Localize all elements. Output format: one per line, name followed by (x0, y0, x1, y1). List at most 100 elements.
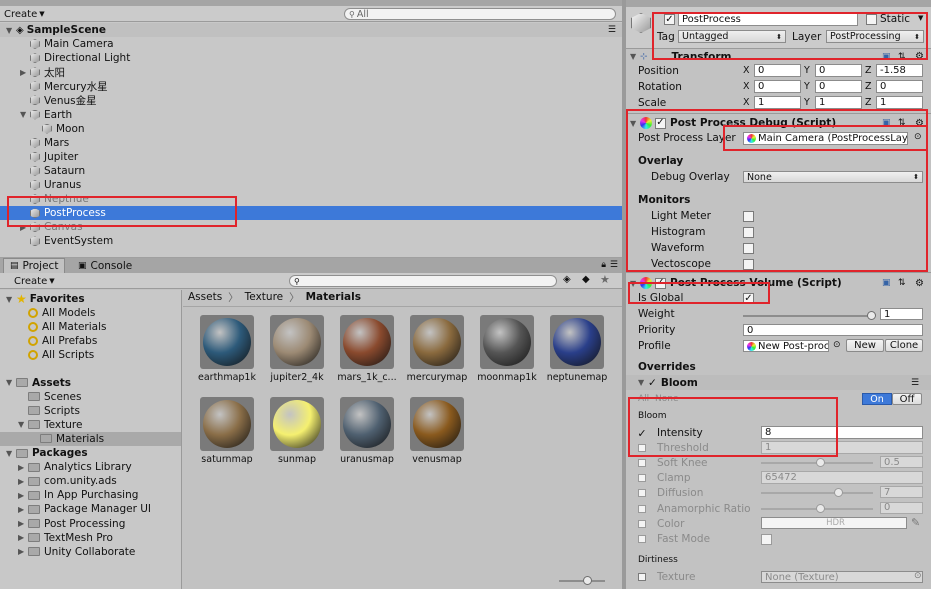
favorite-item[interactable]: All Scripts (0, 348, 181, 362)
hierarchy-create-button[interactable]: Create ▼ (4, 8, 45, 20)
settings-gear-icon[interactable]: ⚙ (915, 278, 924, 289)
rotation-z-field[interactable]: 0 (876, 80, 923, 93)
color-swatch-field[interactable]: HDR (761, 516, 907, 529)
project-create-button[interactable]: Create ▼ (14, 275, 55, 287)
package-folder[interactable]: ▶ Package Manager UI (0, 502, 181, 516)
rotation-y-field[interactable]: 0 (815, 80, 862, 93)
lock-icon[interactable]: 🔒︎ (601, 260, 606, 270)
weight-slider-knob[interactable] (867, 311, 876, 320)
material-name[interactable]: uranusmap (327, 454, 407, 465)
object-name-field[interactable]: PostProcess (678, 12, 858, 26)
material-thumbnail[interactable] (480, 315, 534, 369)
filter-label-icon[interactable]: ◆ (582, 274, 590, 285)
soft-knee-field[interactable]: 0.5 (880, 456, 923, 469)
texture-override-checkbox[interactable] (638, 573, 646, 581)
intensity-field[interactable]: 8 (761, 426, 923, 439)
package-folder[interactable]: ▶ Analytics Library (0, 460, 181, 474)
expand-triangle-icon[interactable]: ▶ (20, 223, 30, 232)
volume-enabled-checkbox[interactable]: ✓ (655, 277, 666, 289)
settings-gear-icon[interactable]: ⚙ (915, 51, 924, 62)
settings-gear-icon[interactable]: ⚙ (915, 118, 924, 129)
none-toggle[interactable]: None (655, 394, 678, 404)
hierarchy-item[interactable]: Uranus (0, 178, 622, 192)
material-name[interactable]: earthmap1k (187, 372, 267, 383)
expand-triangle-icon[interactable]: ▼ (6, 378, 16, 387)
hierarchy-item[interactable]: Mars (0, 136, 622, 150)
hierarchy-item[interactable]: Directional Light (0, 51, 622, 65)
expand-triangle-icon[interactable]: ▼ (630, 279, 640, 288)
expand-triangle-icon[interactable]: ▶ (18, 463, 28, 472)
tab-console[interactable]: ▣ Console (72, 258, 138, 273)
debug-enabled-checkbox[interactable]: ✓ (655, 117, 666, 129)
zoom-slider[interactable] (559, 576, 605, 585)
bloom-enabled-check-icon[interactable]: ✓ (648, 377, 657, 389)
hierarchy-item[interactable]: EventSystem (0, 234, 622, 248)
expand-triangle-icon[interactable]: ▼ (6, 26, 16, 35)
hierarchy-item[interactable]: PostProcess (0, 206, 622, 221)
fast-mode-override-checkbox[interactable] (638, 534, 646, 543)
hierarchy-item[interactable]: Main Camera (0, 37, 622, 51)
axis-x-label[interactable]: X (743, 65, 750, 76)
breadcrumb-assets[interactable]: Assets (188, 291, 222, 303)
project-search-input[interactable]: ⚲ (289, 275, 557, 287)
axis-x-label[interactable]: X (743, 97, 750, 108)
scale-z-field[interactable]: 1 (876, 96, 923, 109)
asset-folder[interactable]: ▼ Texture (0, 418, 181, 432)
monitor-checkbox[interactable] (743, 227, 754, 238)
object-picker-icon[interactable]: ⊙ (914, 571, 922, 581)
material-name[interactable]: mars_1k_c... (327, 372, 407, 383)
breadcrumb-materials[interactable]: Materials (306, 291, 361, 303)
bloom-header[interactable]: ▼ ✓ Bloom ☰ (626, 375, 931, 390)
anamorphic-ratio-override-checkbox[interactable] (638, 504, 646, 513)
material-name[interactable]: neptunemap (537, 372, 617, 383)
hierarchy-item[interactable]: Sataurn (0, 164, 622, 178)
package-folder[interactable]: ▶ In App Purchasing (0, 488, 181, 502)
help-icon[interactable]: ▣ (882, 118, 891, 128)
axis-z-label[interactable]: Z (865, 65, 872, 76)
material-thumbnail[interactable] (200, 315, 254, 369)
tab-project[interactable]: ▤ Project (3, 258, 66, 273)
axis-z-label[interactable]: Z (865, 81, 872, 92)
diffusion-slider-knob[interactable] (834, 488, 843, 498)
package-folder[interactable]: ▶ TextMesh Pro (0, 531, 181, 545)
weight-field[interactable]: 1 (880, 308, 923, 320)
debug-header[interactable]: ▼ ✓ Post Process Debug (Script) ▣ ⇅ ⚙ (626, 116, 931, 130)
expand-triangle-icon[interactable]: ▶ (18, 477, 28, 486)
material-thumbnail[interactable] (410, 315, 464, 369)
eyedropper-icon[interactable]: ✎ (911, 516, 920, 529)
filter-type-icon[interactable]: ◈ (563, 274, 571, 285)
favorite-star-icon[interactable]: ★ (600, 273, 610, 286)
expand-triangle-icon[interactable]: ▶ (18, 505, 28, 514)
zoom-slider-knob[interactable] (583, 576, 592, 585)
static-checkbox[interactable] (866, 14, 877, 25)
hierarchy-search-input[interactable]: ⚲ All (344, 8, 616, 20)
material-name[interactable]: mercurymap (397, 372, 477, 383)
favorite-item[interactable]: All Prefabs (0, 334, 181, 348)
favorite-item[interactable]: All Models (0, 306, 181, 320)
panel-menu-icon[interactable]: ☰ (610, 260, 618, 270)
material-name[interactable]: jupiter2_4k (257, 372, 337, 383)
object-picker-icon[interactable]: ⊙ (833, 340, 841, 350)
expand-triangle-icon[interactable]: ▶ (18, 519, 28, 528)
transform-header[interactable]: ▼ ⊹ Transform ▣ ⇅ ⚙ (626, 50, 931, 63)
preset-icon[interactable]: ⇅ (898, 52, 906, 62)
debug-overlay-dropdown[interactable]: None ⬍ (743, 171, 923, 183)
new-profile-button[interactable]: New (846, 339, 884, 352)
expand-triangle-icon[interactable]: ▼ (630, 119, 640, 128)
scale-x-field[interactable]: 1 (754, 96, 801, 109)
expand-triangle-icon[interactable]: ▶ (18, 491, 28, 500)
expand-triangle-icon[interactable]: ▼ (20, 110, 30, 119)
all-toggle[interactable]: All (638, 394, 649, 404)
help-icon[interactable]: ▣ (882, 52, 891, 62)
material-thumbnail[interactable] (200, 397, 254, 451)
soft-knee-slider-knob[interactable] (816, 458, 825, 468)
material-thumbnail[interactable] (550, 315, 604, 369)
is-global-checkbox[interactable]: ✓ (743, 293, 754, 304)
preset-icon[interactable]: ⇅ (898, 278, 906, 288)
expand-triangle-icon[interactable]: ▼ (630, 52, 640, 61)
asset-folder[interactable]: Scripts (0, 404, 181, 418)
material-thumbnail[interactable] (340, 315, 394, 369)
axis-y-label[interactable]: Y (804, 81, 810, 92)
anamorphic-ratio-field[interactable]: 0 (880, 501, 923, 514)
hierarchy-item[interactable]: ▶ Canvas (0, 220, 622, 234)
